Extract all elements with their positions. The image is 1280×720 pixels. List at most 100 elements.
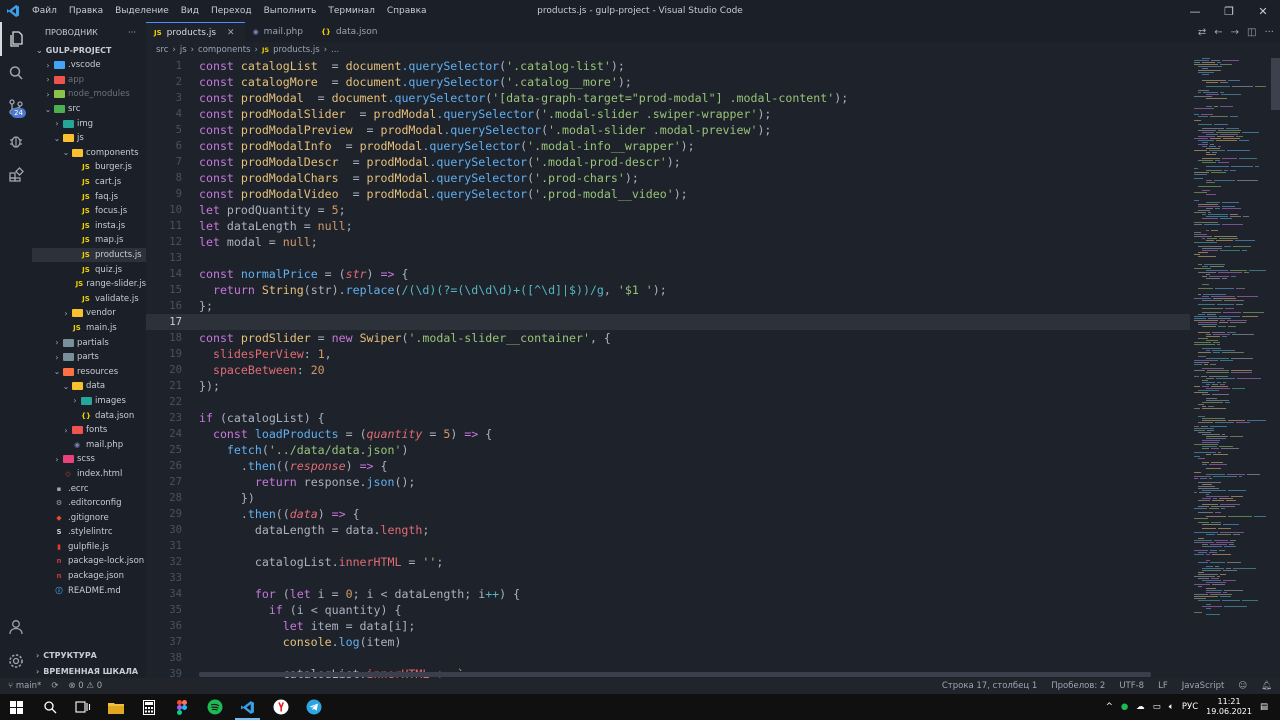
breadcrumb-item[interactable]: js: [180, 45, 187, 55]
yandex-browser-icon[interactable]: [264, 694, 297, 720]
code-line[interactable]: 12 let modal = null;: [146, 234, 1190, 250]
code-line[interactable]: 20 spaceBetween: 20: [146, 362, 1190, 378]
vertical-scrollbar[interactable]: [1270, 58, 1280, 678]
menu-item[interactable]: Выполнить: [258, 0, 323, 22]
code-line[interactable]: 34 for (let i = 0; i < dataLength; i++) …: [146, 586, 1190, 602]
code-line[interactable]: 19 slidesPerView: 1,: [146, 346, 1190, 362]
tab-data-json[interactable]: {} data.json: [313, 22, 388, 42]
project-folder-header[interactable]: ⌄ GULP-PROJECT: [32, 42, 146, 58]
code-line[interactable]: 14 const normalPrice = (str) => {: [146, 266, 1190, 282]
tree-file[interactable]: JS burger.js: [32, 160, 146, 175]
extensions-activity-icon[interactable]: [0, 158, 32, 192]
tree-file[interactable]: JS faq.js: [32, 189, 146, 204]
tree-file[interactable]: ⚙ .editorconfig: [32, 496, 146, 511]
search-icon[interactable]: [33, 694, 66, 720]
code-line[interactable]: 28 }): [146, 490, 1190, 506]
code-line[interactable]: 30 dataLength = data.length;: [146, 522, 1190, 538]
code-editor[interactable]: 1 const catalogList = document.querySelec…: [146, 58, 1190, 678]
code-line[interactable]: 10 let prodQuantity = 5;: [146, 202, 1190, 218]
explorer-activity-icon[interactable]: [0, 22, 32, 56]
tree-file[interactable]: JS quiz.js: [32, 262, 146, 277]
tree-file[interactable]: {} data.json: [32, 408, 146, 423]
encoding-status[interactable]: UTF-8: [1119, 681, 1144, 691]
horizontal-scrollbar[interactable]: [199, 672, 1151, 677]
tree-folder[interactable]: ⌄ data: [32, 379, 146, 394]
spotify-tray-icon[interactable]: ●: [1121, 702, 1128, 712]
code-line[interactable]: 15 return String(str).replace(/(\d)(?=(\…: [146, 282, 1190, 298]
feedback-icon[interactable]: ☺: [1238, 681, 1247, 691]
code-line[interactable]: 21});: [146, 378, 1190, 394]
tree-file[interactable]: JS products.js: [32, 247, 146, 263]
task-view-icon[interactable]: [66, 694, 99, 720]
source-control-activity-icon[interactable]: 24: [0, 90, 32, 124]
menu-item[interactable]: Переход: [205, 0, 258, 22]
tree-file[interactable]: n package.json: [32, 569, 146, 584]
language-mode[interactable]: JavaScript: [1182, 681, 1225, 691]
code-line[interactable]: 29 .then((data) => {: [146, 506, 1190, 522]
tree-file[interactable]: ⓘ README.md: [32, 583, 146, 598]
tree-file[interactable]: JS cart.js: [32, 175, 146, 190]
tree-folder[interactable]: › .vscode: [32, 58, 146, 73]
close-icon[interactable]: ✕: [1246, 0, 1280, 22]
tree-file[interactable]: ◉ mail.php: [32, 437, 146, 452]
tree-folder[interactable]: › app: [32, 73, 146, 88]
tree-folder[interactable]: › fonts: [32, 423, 146, 438]
menu-item[interactable]: Вид: [175, 0, 205, 22]
indentation-status[interactable]: Пробелов: 2: [1051, 681, 1105, 691]
tab-products-js[interactable]: JS products.js ✕: [146, 22, 245, 42]
tree-folder[interactable]: › img: [32, 116, 146, 131]
tree-file[interactable]: ◆ .gitignore: [32, 510, 146, 525]
code-line[interactable]: 6 const prodModalInfo = prodModal.querySe…: [146, 138, 1190, 154]
network-icon[interactable]: ▭: [1153, 702, 1161, 712]
action-center-icon[interactable]: ▤: [1260, 702, 1268, 712]
notifications-bell-icon[interactable]: 🔔︎: [1261, 681, 1272, 691]
cursor-position[interactable]: Строка 17, столбец 1: [942, 681, 1037, 691]
debug-activity-icon[interactable]: [0, 124, 32, 158]
problems-status[interactable]: ⊗ 0 ⚠ 0: [68, 681, 102, 691]
menu-item[interactable]: Терминал: [322, 0, 381, 22]
code-line[interactable]: 32 catalogList.innerHTML = '';: [146, 554, 1190, 570]
tree-folder[interactable]: ⌄ resources: [32, 364, 146, 379]
code-line[interactable]: 11 let dataLength = null;: [146, 218, 1190, 234]
code-line[interactable]: 35 if (i < quantity) {: [146, 602, 1190, 618]
vscode-app-icon[interactable]: [231, 694, 264, 720]
tree-file[interactable]: ▪ .ecrc: [32, 481, 146, 496]
code-line[interactable]: 25 fetch('../data/data.json'): [146, 442, 1190, 458]
minimap[interactable]: [1190, 58, 1270, 678]
code-line[interactable]: 33: [146, 570, 1190, 586]
explorer-more-icon[interactable]: ···: [128, 28, 136, 37]
code-line[interactable]: 7 const prodModalDescr = prodModal.queryS…: [146, 154, 1190, 170]
code-line[interactable]: 17: [146, 314, 1190, 330]
outline-section[interactable]: › СТРУКТУРА: [32, 648, 146, 662]
breadcrumb-item[interactable]: src: [156, 45, 168, 55]
code-line[interactable]: 1 const catalogList = document.querySelec…: [146, 58, 1190, 74]
code-line[interactable]: 36 let item = data[i];: [146, 618, 1190, 634]
search-activity-icon[interactable]: [0, 56, 32, 90]
breadcrumb-item[interactable]: products.js: [273, 45, 320, 55]
code-line[interactable]: 26 .then((response) => {: [146, 458, 1190, 474]
split-editor-icon[interactable]: ◫: [1247, 27, 1256, 38]
calculator-app-icon[interactable]: [132, 694, 165, 720]
file-explorer-app-icon[interactable]: [99, 694, 132, 720]
timeline-section[interactable]: › ВРЕМЕННАЯ ШКАЛА: [32, 664, 146, 678]
restore-icon[interactable]: ❐: [1212, 0, 1246, 22]
code-line[interactable]: 8 const prodModalChars = prodModal.queryS…: [146, 170, 1190, 186]
code-line[interactable]: 22: [146, 394, 1190, 410]
tree-file[interactable]: JS map.js: [32, 233, 146, 248]
account-activity-icon[interactable]: [0, 610, 32, 644]
breadcrumb-item[interactable]: ...: [331, 45, 339, 55]
eol-status[interactable]: LF: [1158, 681, 1168, 691]
onedrive-icon[interactable]: ☁: [1136, 702, 1145, 712]
code-line[interactable]: 3 const prodModal = document.querySelecto…: [146, 90, 1190, 106]
clock[interactable]: 11:21 19.06.2021: [1206, 697, 1252, 717]
go-forward-icon[interactable]: →: [1231, 27, 1239, 38]
settings-gear-icon[interactable]: [0, 644, 32, 678]
tree-folder[interactable]: › partials: [32, 335, 146, 350]
show-hidden-icons[interactable]: ^: [1106, 702, 1113, 712]
menu-item[interactable]: Правка: [63, 0, 109, 22]
code-line[interactable]: 13: [146, 250, 1190, 266]
menu-item[interactable]: Справка: [381, 0, 433, 22]
go-back-icon[interactable]: ←: [1214, 27, 1222, 38]
tree-folder[interactable]: ⌄ components: [32, 146, 146, 161]
code-line[interactable]: 2 const catalogMore = document.querySelec…: [146, 74, 1190, 90]
